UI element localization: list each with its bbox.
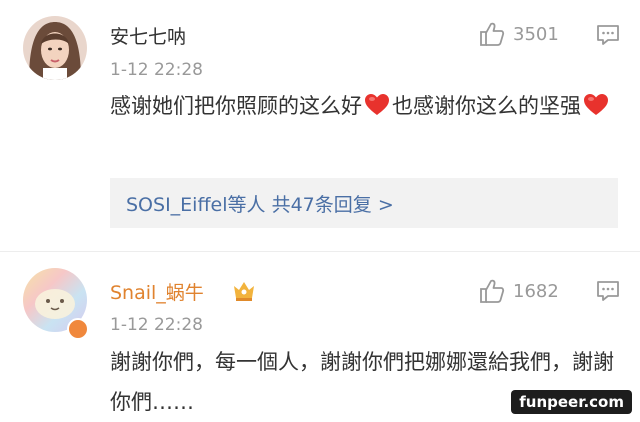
like-count: 3501	[513, 23, 559, 45]
comment-bubble-icon	[597, 281, 619, 301]
vip-badge-icon	[232, 280, 256, 306]
username[interactable]: 安七七呐	[110, 22, 186, 49]
comment-text: 感谢她们把你照顾的这么好 也感谢你这么的坚强	[110, 86, 620, 130]
view-replies-link[interactable]: SOSI_Eiffel等人 共47条回复 >	[126, 190, 394, 217]
like-button[interactable]: 1682	[479, 277, 559, 305]
reply-button[interactable]	[596, 280, 620, 306]
timestamp: 1-12 22:28	[110, 60, 203, 80]
watermark: funpeer.com	[511, 390, 632, 414]
username[interactable]: Snail_蜗牛	[110, 278, 204, 305]
comment-text-part: 感谢她们把你照顾的这么好	[110, 94, 362, 118]
thumbs-up-icon	[480, 279, 505, 303]
like-count: 1682	[513, 280, 559, 302]
chevron-right-icon: >	[377, 194, 394, 216]
avatar[interactable]	[23, 16, 87, 80]
comment-item: 安七七呐 1-12 22:28 3501 感谢她们把你照顾的这么好 也感谢你这么的…	[0, 0, 640, 252]
reply-count: 共47条回复	[271, 194, 372, 216]
heart-icon	[583, 90, 609, 130]
reply-users: SOSI_Eiffel等人	[126, 194, 266, 216]
reply-button[interactable]	[596, 24, 620, 50]
comment-bubble-icon	[597, 25, 619, 45]
replies-box[interactable]: SOSI_Eiffel等人 共47条回复 >	[110, 178, 618, 228]
heart-icon	[364, 90, 390, 130]
timestamp: 1-12 22:28	[110, 315, 203, 335]
comment-text-part: 也感谢你这么的坚强	[392, 94, 581, 118]
like-button[interactable]: 3501	[479, 20, 559, 48]
thumbs-up-icon	[480, 22, 505, 46]
verified-badge	[67, 318, 89, 340]
